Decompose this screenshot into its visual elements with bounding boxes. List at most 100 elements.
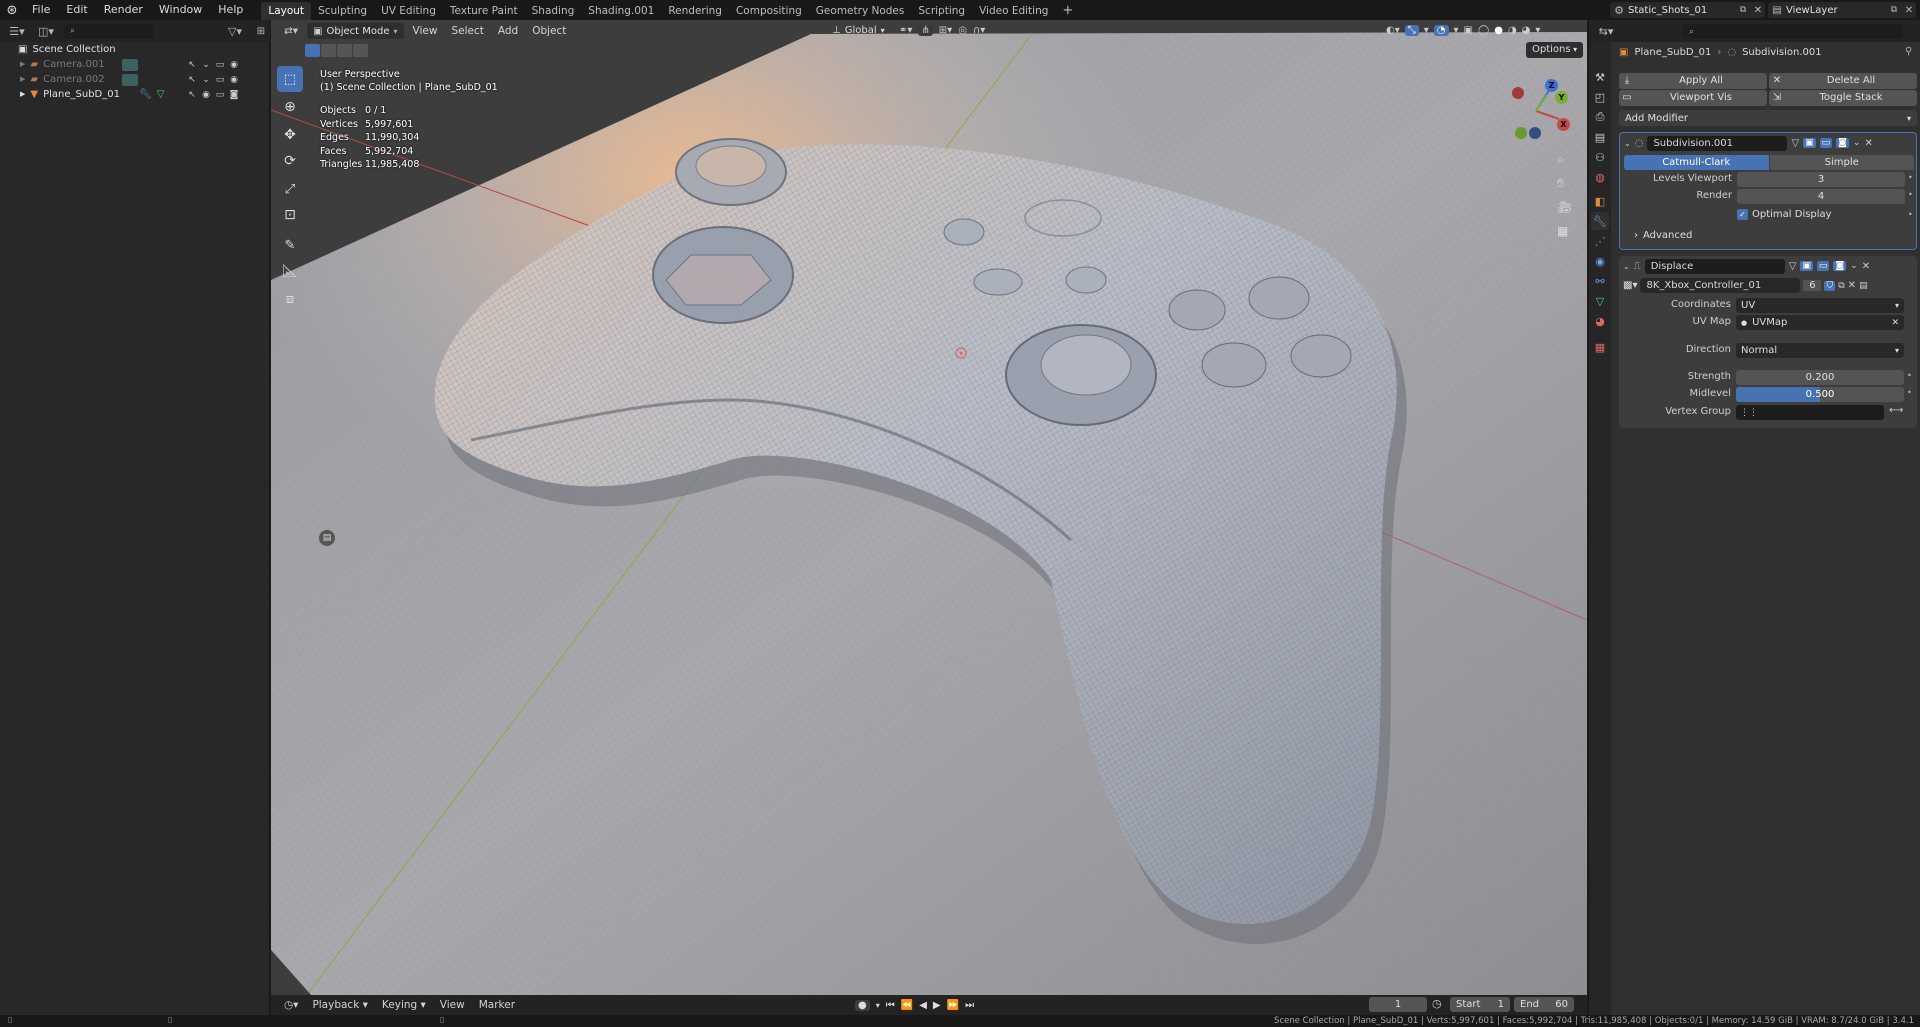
- timeline-editor-type-icon[interactable]: ◷▾: [279, 996, 303, 1014]
- viewport-menu-select[interactable]: Select: [446, 22, 488, 40]
- edit-mode-toggle-icon[interactable]: ▽: [1791, 138, 1799, 149]
- ui-toggle-icon[interactable]: ▤: [319, 530, 335, 546]
- add-workspace-button[interactable]: +: [1055, 2, 1080, 20]
- proportional-edit-icon[interactable]: ◎: [958, 25, 967, 36]
- gizmo-toggle-icon[interactable]: ⤡: [1404, 24, 1419, 36]
- view-layer-tab-icon[interactable]: ▤: [1591, 128, 1609, 146]
- strength-field[interactable]: 0.200: [1736, 370, 1904, 385]
- optimal-display-checkbox[interactable]: ✓ Optimal Display: [1737, 209, 1832, 220]
- timeline-menu-playback[interactable]: Playback ▾: [307, 996, 372, 1014]
- render-tab-icon[interactable]: ◰: [1591, 88, 1609, 106]
- editor-type-icon[interactable]: ⇆▾: [1595, 25, 1617, 38]
- toggle-stack-button[interactable]: ⇲ Toggle Stack: [1769, 90, 1917, 106]
- world-tab-icon[interactable]: ◍: [1591, 168, 1609, 186]
- expand-icon[interactable]: ▶: [20, 87, 25, 102]
- camera-view-icon[interactable]: 🎥︎: [1557, 200, 1572, 214]
- workspace-tab-compositing[interactable]: Compositing: [729, 2, 809, 20]
- gizmo-z-label[interactable]: Z: [1545, 79, 1558, 92]
- keyframe-dot-icon[interactable]: •: [1908, 210, 1913, 219]
- shading-dropdown-icon[interactable]: ▾: [1535, 25, 1540, 36]
- next-keyframe-icon[interactable]: ⏩: [947, 1000, 959, 1011]
- particles-tab-icon[interactable]: ⋰: [1591, 232, 1609, 250]
- record-icon[interactable]: ●: [855, 999, 870, 1011]
- realtime-toggle-icon[interactable]: ▭: [1816, 261, 1830, 271]
- rotate-tool[interactable]: ⟳: [277, 148, 303, 174]
- collapse-icon[interactable]: ⌄: [1623, 262, 1630, 271]
- add-cube-tool[interactable]: ⧈: [277, 286, 303, 312]
- vertex-group-field[interactable]: ⋮⋮: [1736, 405, 1884, 420]
- viewport-menu-object[interactable]: Object: [527, 22, 571, 40]
- row-visibility-toggles[interactable]: ↖ ⌄ ▭ ◉: [185, 72, 241, 88]
- scene-selector[interactable]: ⚙ Static_Shots_01 ⧉ ✕: [1610, 2, 1765, 18]
- workspace-tab-video-editing[interactable]: Video Editing: [972, 2, 1055, 20]
- workspace-tab-uv-editing[interactable]: UV Editing: [374, 2, 443, 20]
- remove-view-layer-icon[interactable]: ✕: [1902, 5, 1916, 16]
- move-tool[interactable]: ✥: [277, 122, 303, 148]
- sidebar-toggle-icon[interactable]: ‹: [1577, 80, 1581, 90]
- rendered-shading-icon[interactable]: ◕: [1522, 25, 1531, 36]
- workspace-tab-shading[interactable]: Shading: [525, 2, 582, 20]
- keyframe-dot-icon[interactable]: •: [1908, 173, 1913, 182]
- delete-all-button[interactable]: ✕ Delete All: [1769, 73, 1917, 89]
- gizmo-dropdown-icon[interactable]: ▾: [1424, 25, 1429, 36]
- outliner-row-scene-collection[interactable]: ▣ Scene Collection: [0, 42, 268, 57]
- select-box-tool[interactable]: ⬚: [277, 66, 303, 92]
- workspace-tab-sculpting[interactable]: Sculpting: [311, 2, 374, 20]
- menu-render[interactable]: Render: [96, 0, 151, 20]
- transform-tool[interactable]: ⊡: [277, 202, 303, 228]
- catmull-clark-button[interactable]: Catmull-Clark: [1624, 155, 1769, 170]
- workspace-tab-rendering[interactable]: Rendering: [661, 2, 729, 20]
- row-visibility-toggles[interactable]: ↖ ◉ ▭ ◙: [185, 87, 241, 103]
- outliner-row-plane-subd-01[interactable]: ▶ ▼ Plane_SubD_01 🔧︎ ▽ ↖ ◉ ▭ ◙: [0, 87, 268, 102]
- visibility-icon[interactable]: ◐▾: [1386, 25, 1400, 36]
- select-intersect-icon[interactable]: [353, 44, 368, 57]
- texture-tab-icon[interactable]: ▦: [1591, 338, 1609, 356]
- snap-controls[interactable]: ⚭▾ ⋔ ⊞▾ ◎ ∩▾: [899, 22, 985, 38]
- new-collection-icon[interactable]: ⊞: [252, 26, 270, 37]
- record-dropdown-icon[interactable]: ▾: [876, 1001, 880, 1010]
- jump-start-icon[interactable]: ⏮: [886, 1000, 895, 1011]
- displace-name-field[interactable]: Displace: [1644, 258, 1785, 274]
- end-frame-field[interactable]: End 60: [1514, 997, 1574, 1012]
- realtime-toggle-icon[interactable]: ▭: [1819, 138, 1833, 148]
- tool-tab-icon[interactable]: ⚒: [1591, 68, 1609, 86]
- viewport-3d[interactable]: ⇄▾ ▣ Object Mode ▾ View Select Add Objec…: [271, 20, 1587, 995]
- texture-selector[interactable]: ▩▾ 8K_Xbox_Controller_01 6 ⛉ ⧉ ✕ ▤: [1623, 278, 1915, 293]
- play-icon[interactable]: ▶: [933, 1000, 941, 1011]
- properties-search-input[interactable]: ⌕: [1683, 23, 1903, 39]
- blender-logo-icon[interactable]: ⊛: [0, 0, 24, 20]
- browse-texture-icon[interactable]: ▤: [1859, 281, 1868, 291]
- workspace-tab-texture-paint[interactable]: Texture Paint: [443, 2, 525, 20]
- select-extend-icon[interactable]: [321, 44, 336, 57]
- invert-vertex-group-icon[interactable]: ⟷: [1889, 405, 1903, 416]
- timeline-menu-marker[interactable]: Marker: [474, 996, 520, 1014]
- select-new-icon[interactable]: [305, 44, 320, 57]
- data-tab-icon[interactable]: ▽: [1591, 292, 1609, 310]
- transform-orientation[interactable]: ⊥ Global ▾: [832, 22, 885, 38]
- workspace-tab-layout[interactable]: Layout: [261, 2, 312, 20]
- on-cage-toggle-icon[interactable]: ▣: [1800, 261, 1813, 271]
- outliner-search-input[interactable]: ⌕: [64, 23, 154, 39]
- scene-tab-icon[interactable]: ⚇: [1591, 148, 1609, 166]
- auto-clock-icon[interactable]: ◷: [1432, 997, 1442, 1010]
- viewport-vis-button[interactable]: ▭ Viewport Vis: [1619, 90, 1767, 106]
- outliner-row-camera-002[interactable]: ▶ ▰ Camera.002 ↖ ⌄ ▭ ◉: [0, 72, 268, 87]
- modifier-menu-icon[interactable]: ⌄: [1850, 261, 1858, 271]
- remove-modifier-icon[interactable]: ✕: [1862, 261, 1870, 272]
- workspace-tab-shading-001[interactable]: Shading.001: [581, 2, 661, 20]
- on-cage-toggle-icon[interactable]: ▣: [1803, 138, 1816, 148]
- fake-user-shield-icon[interactable]: ⛉: [1824, 280, 1836, 291]
- snap-target-icon[interactable]: ⊞▾: [939, 25, 952, 36]
- uvmap-field[interactable]: ● UVMap ✕: [1736, 315, 1904, 330]
- start-frame-field[interactable]: Start 1: [1450, 997, 1510, 1012]
- unlink-texture-icon[interactable]: ✕: [1848, 280, 1856, 291]
- output-tab-icon[interactable]: ⎙: [1591, 108, 1609, 126]
- keyframe-dot-icon[interactable]: •: [1907, 388, 1912, 397]
- keyframe-dot-icon[interactable]: •: [1908, 190, 1913, 199]
- view-layer-selector[interactable]: ▤ ViewLayer ⧉ ✕: [1768, 2, 1916, 18]
- current-frame-field[interactable]: 1: [1369, 997, 1427, 1012]
- menu-file[interactable]: File: [24, 0, 58, 20]
- xray-icon[interactable]: ▣: [1464, 25, 1473, 36]
- viewport-menu-add[interactable]: Add: [493, 22, 523, 40]
- duplicate-view-layer-icon[interactable]: ⧉: [1886, 5, 1902, 15]
